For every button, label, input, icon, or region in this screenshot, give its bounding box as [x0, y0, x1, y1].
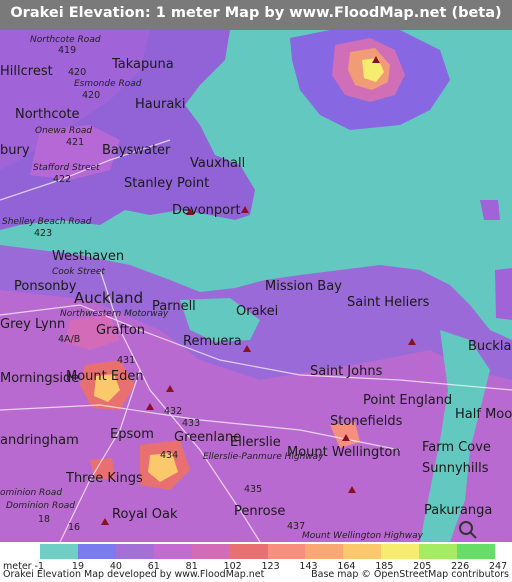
label-point-england: Point England [363, 393, 452, 408]
label-bayswater: Bayswater [102, 143, 171, 158]
label-stanley-point: Stanley Point [124, 176, 209, 191]
label-433: 433 [182, 418, 200, 429]
label-421: 421 [66, 137, 84, 148]
legend-swatch [305, 544, 344, 559]
label-half-moon: Half Moon [455, 407, 512, 422]
label-stafford-street: Stafford Street [33, 163, 100, 173]
label-bucklands: Bucklan [468, 339, 512, 354]
label-orakei: Orakei [236, 304, 278, 319]
legend-swatch [77, 544, 116, 559]
legend-swatch [229, 544, 268, 559]
legend-swatch [153, 544, 192, 559]
legend-swatch [40, 544, 78, 559]
label-grey-lynn: Grey Lynn [0, 317, 65, 332]
label-three-kings: Three Kings [65, 471, 143, 486]
page-title: Orakei Elevation: 1 meter Map by www.Flo… [10, 5, 502, 21]
legend-swatch [419, 544, 458, 559]
label-auckland: Auckland [74, 289, 143, 307]
label-saint-johns: Saint Johns [310, 364, 383, 379]
label-18: 18 [38, 514, 50, 525]
east-shore [495, 268, 512, 320]
label-onewa-road: Onewa Road [35, 126, 92, 136]
label-434: 434 [160, 450, 178, 461]
label-432: 432 [164, 406, 182, 417]
label-420b: 420 [82, 90, 100, 101]
legend-swatch [115, 544, 154, 559]
label-sunnyhills: Sunnyhills [422, 461, 489, 476]
label-431: 431 [117, 355, 135, 366]
label-hauraki: Hauraki [135, 97, 185, 112]
label-northcote-road: Northcote Road [30, 35, 101, 45]
elevation-legend: meter -1 19 40 61 81 102 123 143 164 185 205 226 247… [0, 542, 512, 582]
label-dominion-road-2: Dominion Road [6, 501, 75, 511]
label-423: 423 [34, 228, 52, 239]
label-pakuranga: Pakuranga [424, 503, 492, 518]
label-devonport: Devonport [172, 203, 241, 218]
label-419: 419 [58, 45, 76, 56]
label-remuera: Remuera [183, 334, 242, 349]
label-takapuna: Takapuna [111, 57, 174, 72]
label-4ab: 4A/B [58, 334, 80, 345]
label-vauxhall: Vauxhall [190, 156, 245, 171]
label-mission-bay: Mission Bay [265, 279, 342, 294]
legend-swatch [343, 544, 382, 559]
label-422: 422 [53, 174, 71, 185]
label-420a: 420 [68, 67, 86, 78]
label-royal-oak: Royal Oak [112, 507, 178, 522]
legend-swatch [267, 544, 306, 559]
footer-basemap-credit: Base map © OpenStreetMap contributors [311, 569, 509, 580]
label-grafton: Grafton [96, 323, 145, 338]
label-bury: bury [0, 143, 30, 158]
legend-color-bar [40, 544, 496, 559]
legend-swatch [381, 544, 420, 559]
label-westhaven: Westhaven [52, 249, 124, 264]
label-hillcrest: Hillcrest [0, 64, 53, 79]
label-epsom: Epsom [110, 427, 154, 442]
label-andringham: andringham [0, 433, 79, 448]
label-mount-eden: Mount Eden [66, 369, 144, 384]
title-bar: Orakei Elevation: 1 meter Map by www.Flo… [0, 0, 512, 30]
footer-credit: Orakei Elevation Map developed by www.Fl… [3, 569, 265, 580]
map-canvas: Northcote Road 419 Takapuna Hillcrest 42… [0, 30, 512, 542]
label-penrose: Penrose [234, 504, 285, 519]
label-northwestern-motorway: Northwestern Motorway [60, 309, 169, 319]
label-435: 435 [244, 484, 262, 495]
label-16: 16 [68, 522, 80, 533]
label-ellerslie-panmure: Ellerslie-Panmure Highway [203, 452, 324, 462]
label-farm-cove: Farm Cove [422, 440, 491, 455]
legend-swatch [457, 544, 496, 559]
label-esmonde-road: Esmonde Road [74, 79, 142, 89]
label-northcote: Northcote [15, 107, 80, 122]
label-stonefields: Stonefields [330, 414, 403, 429]
label-dominion-road-1: ominion Road [0, 488, 62, 498]
elevation-map[interactable]: Northcote Road 419 Takapuna Hillcrest 42… [0, 30, 512, 542]
legend-swatch [191, 544, 230, 559]
label-ellerslie: Ellerslie [230, 435, 281, 450]
label-mount-wellington-hwy: Mount Wellington Highway [302, 531, 424, 541]
label-shelley-beach-road: Shelley Beach Road [2, 217, 92, 227]
label-cook-street: Cook Street [52, 267, 105, 277]
label-saint-heliers: Saint Heliers [347, 295, 430, 310]
label-ponsonby: Ponsonby [14, 279, 77, 294]
